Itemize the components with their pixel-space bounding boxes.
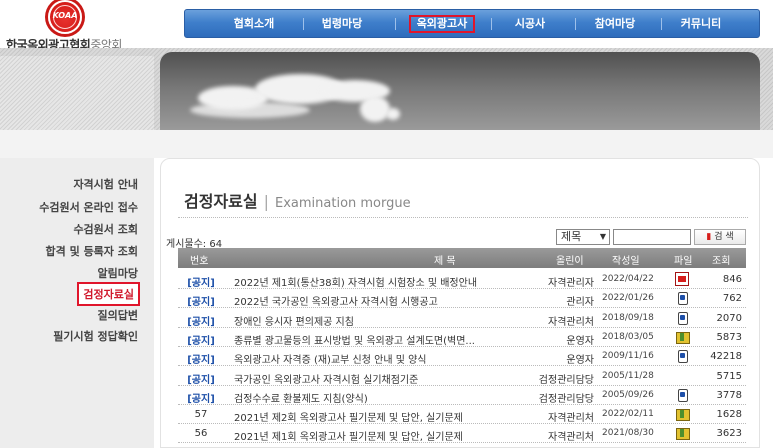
row-date: 2009/11/16 <box>602 351 654 362</box>
row-title-link[interactable]: 2021년 제1회 옥외광고사 필기문제 및 답안, 실기문제 <box>234 428 463 443</box>
row-views: 5715 <box>716 370 742 382</box>
sidebar-item-notices[interactable]: 알림마당 <box>98 265 138 281</box>
gnb-item-community[interactable]: 커뮤니티 <box>669 15 733 33</box>
emblem-text: KOAA <box>52 11 78 20</box>
row-title-link[interactable]: 2022년 제1회(통산38회) 자격시험 시험장소 및 배정안내 <box>234 274 477 289</box>
gnb-item-contractor[interactable]: 시공사 <box>501 15 559 33</box>
row-author: 자격관리처 <box>548 432 594 444</box>
bullet-icon: ▮ <box>706 232 712 242</box>
pdf-icon[interactable] <box>675 272 689 286</box>
row-author: 자격관리처 <box>548 413 594 425</box>
table-row[interactable]: [공지] 장애인 응시자 편의제공 지침 자격관리처 2018/09/18 2070 <box>178 309 746 328</box>
row-views: 762 <box>722 293 742 305</box>
row-number: [공지] <box>187 278 215 289</box>
row-author: 자격관리자 <box>548 278 594 289</box>
row-views: 3623 <box>716 428 742 440</box>
koaa-emblem-icon: KOAA <box>48 0 82 34</box>
row-date: 2022/01/26 <box>602 293 654 304</box>
row-number: [공지] <box>187 316 215 328</box>
row-date: 2022/02/11 <box>602 409 654 420</box>
header-number: 번호 <box>190 256 209 267</box>
row-views: 2070 <box>716 312 742 324</box>
header-views: 조회 <box>712 256 731 267</box>
page-title: 검정자료실 | Examination morgue <box>184 192 411 211</box>
table-row[interactable]: [공지] 국가공인 옥외광고사 자격시험 실기채점기준 검정관리담당 2005/11/… <box>178 367 746 386</box>
row-number: 56 <box>194 428 208 440</box>
sidebar-item-application-lookup[interactable]: 수검원서 조회 <box>73 221 138 237</box>
search-input[interactable] <box>613 229 691 245</box>
table-row[interactable]: [공지] 옥외광고사 자격증 (재)교부 신청 안내 및 양식 운영자 2009/11… <box>178 347 746 367</box>
table-row[interactable]: [공지] 검정수수료 환불제도 지침(양식) 검정관리담당 2005/09/26 377… <box>178 386 746 405</box>
row-number: [공지] <box>187 335 215 347</box>
row-title-link[interactable]: 검정수수료 환불제도 지침(양식) <box>234 390 368 405</box>
row-author: 관리자 <box>566 297 594 309</box>
sidebar-item-pass-lookup[interactable]: 합격 및 등록자 조회 <box>46 243 138 259</box>
hwp-icon[interactable] <box>675 291 689 306</box>
header-author: 올린이 <box>556 256 584 267</box>
row-number: [공지] <box>187 393 215 405</box>
row-title-link[interactable]: 2021년 제2회 옥외광고사 필기문제 및 답안, 실기문제 <box>234 409 463 424</box>
row-date: 2005/11/28 <box>602 370 654 381</box>
table-header: 번호 제 목 올린이 작성일 파일 조회 <box>178 248 746 268</box>
row-date: 2022/04/22 <box>602 274 654 284</box>
row-views: 1628 <box>716 409 742 421</box>
row-author: 운영자 <box>566 335 594 347</box>
row-date: 2018/09/18 <box>602 312 654 323</box>
row-number: [공지] <box>187 355 215 367</box>
zip-icon[interactable] <box>675 407 690 422</box>
row-title-link[interactable]: 장애인 응시자 편의제공 지침 <box>234 313 354 328</box>
sidebar-item-online-application[interactable]: 수검원서 온라인 접수 <box>39 199 138 215</box>
row-author: 자격관리처 <box>548 316 594 328</box>
row-title-link[interactable]: 2022년 국가공인 옥외광고사 자격시험 시행공고 <box>234 293 438 308</box>
banner-gap <box>0 130 773 158</box>
header-title: 제 목 <box>434 256 456 267</box>
hwp-icon[interactable] <box>675 349 689 364</box>
row-number: 57 <box>194 409 208 421</box>
row-author: 검정관리담당 <box>538 393 594 405</box>
gnb-item-about[interactable]: 협회소개 <box>225 15 283 33</box>
sidebar-item-exam-archive[interactable]: 검정자료실 <box>77 282 140 306</box>
row-views: 5873 <box>716 331 742 343</box>
gnb-item-outdoor-advertiser[interactable]: 옥외광고사 <box>409 15 475 33</box>
page-subtitle: Examination morgue <box>275 196 411 211</box>
site-logo[interactable]: KOAA 한국옥외광고협회중앙회 <box>0 0 160 52</box>
row-views: 42218 <box>710 351 742 363</box>
table-row[interactable]: [공지] 2022년 제1회(통산38회) 자격시험 시험장소 및 배정안내 자격관… <box>178 270 746 289</box>
search-button[interactable]: ▮ 검 색 <box>694 229 746 245</box>
banner-left-pattern <box>0 56 154 130</box>
row-date: 2021/08/30 <box>602 428 654 439</box>
sidebar-item-qna[interactable]: 질의답변 <box>98 307 138 323</box>
sidebar-item-answer-check[interactable]: 필기시험 정답확인 <box>53 328 138 344</box>
row-number: [공지] <box>187 297 215 309</box>
sidebar: 자격시험 안내 수검원서 온라인 접수 수검원서 조회 합격 및 등록자 조회 … <box>0 158 154 448</box>
row-title-link[interactable]: 국가공인 옥외광고사 자격시험 실기채점기준 <box>234 371 418 386</box>
row-author: 운영자 <box>566 355 594 367</box>
row-views: 846 <box>722 274 742 285</box>
gnb-item-participation[interactable]: 참여마당 <box>583 15 647 33</box>
row-views: 3778 <box>716 389 742 401</box>
row-author: 검정관리담당 <box>538 374 594 386</box>
zip-icon[interactable] <box>675 426 690 441</box>
banner-sky-image <box>160 52 760 130</box>
row-date: 2005/09/26 <box>602 389 654 400</box>
main-navigation: 협회소개 법령마당 옥외광고사 시공사 참여마당 커뮤니티 <box>184 9 760 38</box>
row-number: [공지] <box>187 374 215 386</box>
header-file: 파일 <box>674 256 693 267</box>
table-row[interactable]: [공지] 2022년 국가공인 옥외광고사 자격시험 시행공고 관리자 2022/01… <box>178 289 746 309</box>
title-divider <box>178 217 748 218</box>
table-row[interactable]: [공지] 종류별 광고물등의 표시방법 및 옥외광고 설계도면(벽면... 운영자 2… <box>178 328 746 347</box>
gnb-item-laws[interactable]: 법령마당 <box>313 15 371 33</box>
row-date: 2018/03/05 <box>602 331 654 342</box>
row-title-link[interactable]: 옥외광고사 자격증 (재)교부 신청 안내 및 양식 <box>234 351 426 366</box>
hwp-icon[interactable] <box>675 311 689 325</box>
chevron-down-icon: ▼ <box>599 232 606 241</box>
hwp-icon[interactable] <box>675 388 689 402</box>
row-title-link[interactable]: 종류별 광고물등의 표시방법 및 옥외광고 설계도면(벽면... <box>234 332 475 347</box>
search-field-select[interactable]: 제목 ▼ <box>556 229 610 245</box>
table-row[interactable]: 57 2021년 제2회 옥외광고사 필기문제 및 답안, 실기문제 자격관리처 20… <box>178 405 746 425</box>
header-date: 작성일 <box>612 256 640 267</box>
table-row[interactable]: 56 2021년 제1회 옥외광고사 필기문제 및 답안, 실기문제 자격관리처 20… <box>178 424 746 444</box>
sidebar-item-exam-info[interactable]: 자격시험 안내 <box>73 176 138 192</box>
zip-icon[interactable] <box>675 330 690 344</box>
